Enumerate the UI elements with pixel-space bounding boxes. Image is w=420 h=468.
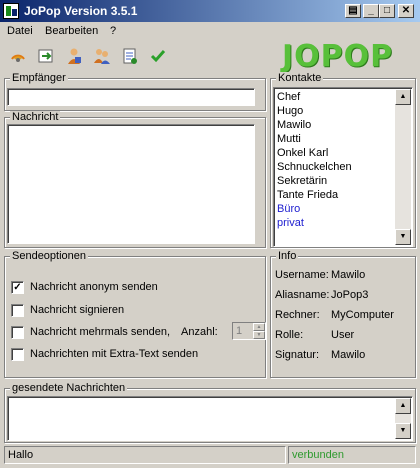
status-message: Hallo	[4, 446, 286, 464]
contacts-scrollbar[interactable]: ▲ ▼	[395, 89, 411, 245]
gesendete-label: gesendete Nachrichten	[10, 382, 128, 395]
print-button[interactable]: ▤	[345, 4, 361, 18]
sendeoptionen-group: Sendeoptionen ✓ Nachricht anonym senden …	[4, 250, 266, 378]
nachricht-group: Nachricht	[4, 111, 266, 248]
connection-status: verbunden	[288, 446, 416, 464]
signieren-label[interactable]: Nachricht signieren	[30, 304, 124, 316]
info-key: Rechner:	[275, 309, 320, 321]
menu-datei[interactable]: Datei	[7, 25, 33, 37]
users-icon[interactable]	[92, 46, 112, 66]
gesendete-list[interactable]: ▲ ▼	[7, 396, 413, 441]
info-value: User	[331, 329, 355, 341]
spin-up-icon[interactable]: ▲	[253, 323, 265, 331]
contact-item[interactable]: Mawilo	[277, 118, 311, 132]
kontakte-group: Kontakte Chef Hugo Mawilo Mutti Onkel Ka…	[270, 72, 416, 248]
contact-item[interactable]: Tante Frieda	[277, 188, 338, 202]
empfaenger-label: Empfänger	[10, 72, 68, 85]
app-icon	[3, 3, 19, 19]
contact-item[interactable]: Schnuckelchen	[277, 160, 352, 174]
info-value: JoPop3	[331, 289, 369, 301]
contacts-list[interactable]: Chef Hugo Mawilo Mutti Onkel Karl Schnuc…	[273, 87, 413, 247]
anonym-label[interactable]: Nachricht anonym senden	[30, 281, 158, 293]
minimize-button[interactable]: _	[363, 4, 379, 18]
scroll-down-icon[interactable]: ▼	[395, 229, 411, 245]
menu-help[interactable]: ?	[110, 25, 116, 37]
jopop-logo: JOPOP	[282, 39, 394, 74]
sendeoptionen-label: Sendeoptionen	[10, 250, 89, 263]
nachricht-label: Nachricht	[10, 111, 61, 124]
extra-text-label[interactable]: Nachrichten mit Extra-Text senden	[30, 348, 198, 360]
signieren-checkbox[interactable]	[11, 304, 24, 317]
scroll-down-icon[interactable]: ▼	[395, 423, 411, 439]
contact-item[interactable]: Sekretärin	[277, 174, 327, 188]
info-label: Info	[276, 250, 299, 263]
title-bar[interactable]: JoPop Version 3.5.1 ▤ _ □ ✕	[0, 0, 420, 22]
anzahl-label: Anzahl:	[181, 326, 218, 338]
scroll-up-icon[interactable]: ▲	[395, 89, 411, 105]
close-button[interactable]: ✕	[398, 4, 414, 18]
spin-down-icon[interactable]: ▼	[253, 331, 265, 339]
info-key: Aliasname:	[275, 289, 330, 301]
contact-group-item[interactable]: Büro	[277, 202, 300, 216]
info-key: Signatur:	[275, 349, 320, 361]
contact-item[interactable]: Onkel Karl	[277, 146, 328, 160]
scroll-up-icon[interactable]: ▲	[395, 398, 411, 414]
anzahl-value[interactable]: 1	[236, 325, 242, 337]
empfaenger-group: Empfänger	[4, 72, 266, 111]
contact-item[interactable]: Mutti	[277, 132, 301, 146]
info-value: Mawilo	[331, 349, 366, 361]
refresh-icon[interactable]	[36, 46, 56, 66]
info-key: Rolle:	[275, 329, 304, 341]
info-key: Username:	[275, 269, 329, 281]
contact-item[interactable]: Chef	[277, 90, 300, 104]
checkmark-icon[interactable]	[148, 46, 168, 66]
document-icon[interactable]	[120, 46, 140, 66]
broadcast-icon[interactable]	[8, 46, 28, 66]
anonym-checkbox[interactable]: ✓	[11, 281, 24, 294]
menu-bearbeiten[interactable]: Bearbeiten	[45, 25, 98, 37]
mehrmals-checkbox[interactable]	[11, 326, 24, 339]
contact-item[interactable]: Hugo	[277, 104, 303, 118]
gesendete-scrollbar[interactable]: ▲ ▼	[395, 398, 411, 439]
gesendete-group: gesendete Nachrichten ▲ ▼	[4, 382, 416, 443]
kontakte-label: Kontakte	[276, 72, 324, 85]
maximize-button[interactable]: □	[379, 4, 395, 18]
user-icon[interactable]	[64, 46, 84, 66]
extra-text-checkbox[interactable]	[11, 348, 24, 361]
anzahl-stepper[interactable]: 1 ▲ ▼	[232, 322, 266, 340]
contact-group-item[interactable]: privat	[277, 216, 304, 230]
empfaenger-input[interactable]	[7, 88, 255, 106]
info-value: Mawilo	[331, 269, 366, 281]
nachricht-textarea[interactable]	[7, 124, 255, 244]
info-value: MyComputer	[331, 309, 394, 321]
info-group: Info Username: Mawilo Aliasname: JoPop3 …	[270, 250, 416, 378]
window-title: JoPop Version 3.5.1	[24, 4, 138, 18]
mehrmals-label[interactable]: Nachricht mehrmals senden,	[30, 326, 170, 338]
